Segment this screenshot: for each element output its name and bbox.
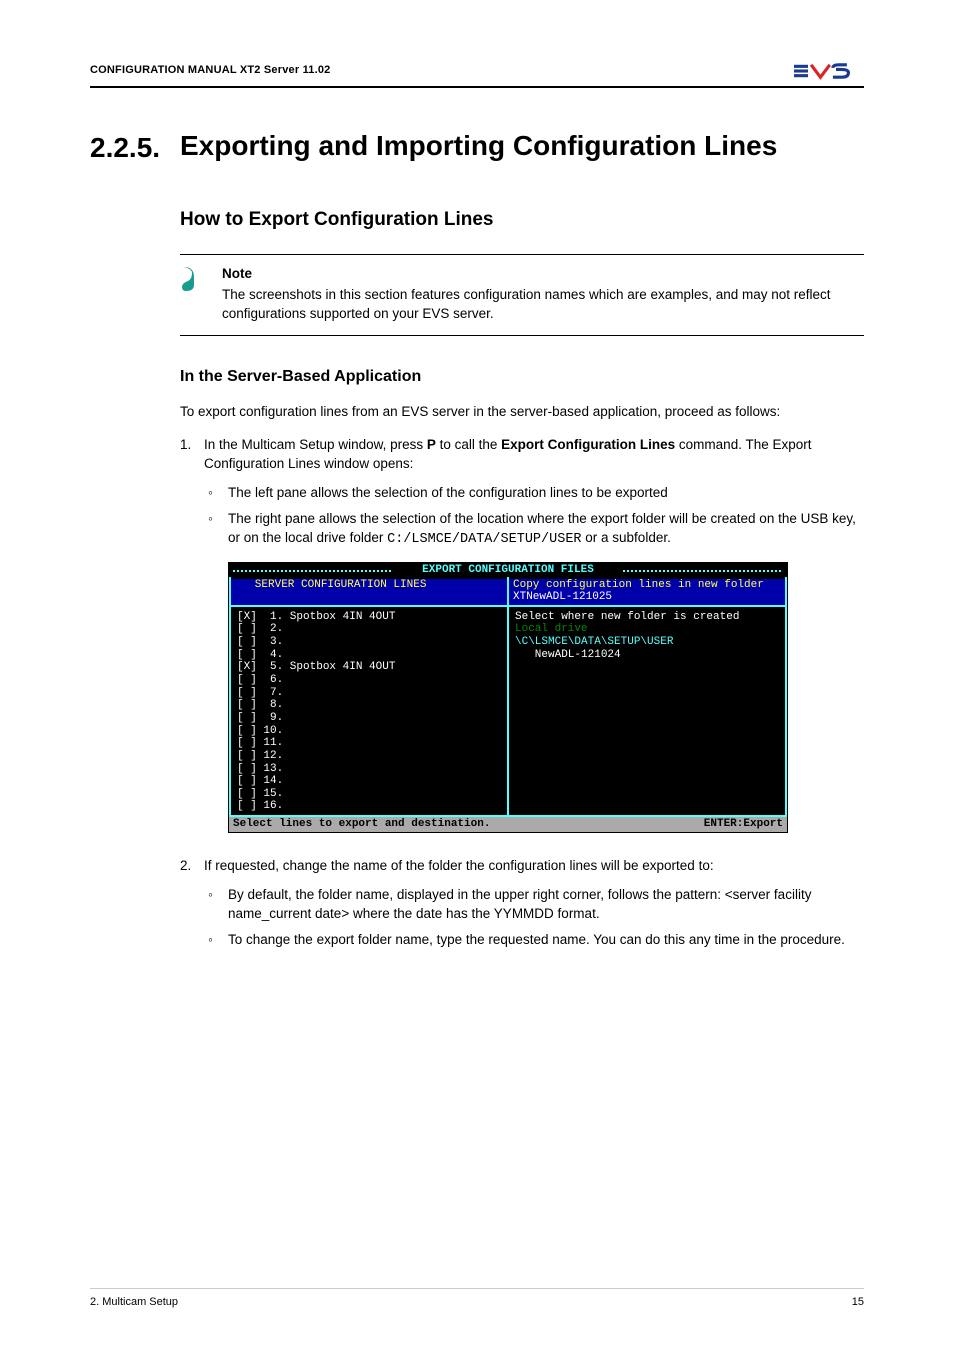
note-label: Note bbox=[222, 265, 864, 284]
terminal-line: [ ] 3. bbox=[237, 636, 501, 649]
intro-paragraph: To export configuration lines from an EV… bbox=[180, 403, 864, 422]
step-text: to call the bbox=[436, 437, 501, 452]
page-footer: 2. Multicam Setup 15 bbox=[90, 1288, 864, 1310]
terminal-right-pane: Copy configuration lines in new folder X… bbox=[507, 577, 787, 815]
bullet-text: The left pane allows the selection of th… bbox=[228, 484, 864, 503]
section-title: Exporting and Importing Configuration Li… bbox=[180, 128, 864, 163]
evs-logo bbox=[794, 60, 864, 82]
terminal-footer-right: ENTER:Export bbox=[704, 818, 783, 831]
terminal-line: [X] 5. Spotbox 4IN 4OUT bbox=[237, 661, 501, 674]
terminal-line: [ ] 7. bbox=[237, 687, 501, 700]
step-text: In the Multicam Setup window, press bbox=[204, 437, 427, 452]
terminal-line: [X] 1. Spotbox 4IN 4OUT bbox=[237, 611, 501, 624]
terminal-line: [ ] 12. bbox=[237, 750, 501, 763]
terminal-title: EXPORT CONFIGURATION FILES bbox=[229, 563, 787, 577]
bullet-icon: ◦ bbox=[204, 510, 228, 550]
right-header-line1: Copy configuration lines in new folder bbox=[513, 579, 764, 591]
terminal-left-header: SERVER CONFIGURATION LINES bbox=[231, 579, 507, 607]
terminal-line: [ ] 8. bbox=[237, 699, 501, 712]
bullet-text: By default, the folder name, displayed i… bbox=[228, 886, 864, 924]
step-2: 2. If requested, change the name of the … bbox=[180, 857, 864, 959]
bullet: ◦ By default, the folder name, displayed… bbox=[204, 886, 864, 924]
terminal-footer: Select lines to export and destination. … bbox=[229, 815, 787, 832]
step-text: If requested, change the name of the fol… bbox=[204, 858, 714, 873]
command-name: Export Configuration Lines bbox=[501, 437, 675, 452]
bullet-text: or a subfolder. bbox=[582, 530, 671, 545]
footer-chapter: 2. Multicam Setup bbox=[90, 1295, 178, 1310]
subsection-heading: How to Export Configuration Lines bbox=[180, 207, 864, 234]
terminal-line: [ ] 6. bbox=[237, 674, 501, 687]
terminal-right-lines: Select where new folder is createdLocal … bbox=[515, 611, 779, 662]
terminal-line: [ ] 15. bbox=[237, 788, 501, 801]
step-1: 1. In the Multicam Setup window, press P… bbox=[180, 436, 864, 847]
section-number: 2.2.5. bbox=[90, 128, 180, 167]
note-icon bbox=[180, 265, 208, 324]
note-box: Note The screenshots in this section fea… bbox=[180, 254, 864, 337]
terminal-left-pane: SERVER CONFIGURATION LINES [X] 1. Spotbo… bbox=[229, 577, 507, 815]
bullet: ◦ The right pane allows the selection of… bbox=[204, 510, 864, 550]
terminal-line: [ ] 2. bbox=[237, 623, 501, 636]
terminal-line: [ ] 13. bbox=[237, 763, 501, 776]
path-text: C:/LSMCE/DATA/SETUP/USER bbox=[387, 532, 581, 547]
terminal-line: \C\LSMCE\DATA\SETUP\USER bbox=[515, 636, 779, 649]
bullet-icon: ◦ bbox=[204, 886, 228, 924]
bullet-icon: ◦ bbox=[204, 484, 228, 503]
footer-page-number: 15 bbox=[852, 1295, 864, 1310]
terminal-line: NewADL-121024 bbox=[515, 649, 779, 662]
terminal-line: Local drive bbox=[515, 623, 779, 636]
doc-title: CONFIGURATION MANUAL XT2 Server 11.02 bbox=[90, 63, 331, 78]
key-P: P bbox=[427, 437, 436, 452]
bullet: ◦ The left pane allows the selection of … bbox=[204, 484, 864, 503]
step-number: 1. bbox=[180, 436, 204, 847]
terminal-line: [ ] 4. bbox=[237, 649, 501, 662]
note-text: The screenshots in this section features… bbox=[222, 287, 831, 321]
bullet: ◦ To change the export folder name, type… bbox=[204, 931, 864, 950]
bullet-text: To change the export folder name, type t… bbox=[228, 931, 864, 950]
terminal-line: [ ] 11. bbox=[237, 737, 501, 750]
step-number: 2. bbox=[180, 857, 204, 959]
terminal-line: [ ] 9. bbox=[237, 712, 501, 725]
terminal-right-header: Copy configuration lines in new folder X… bbox=[509, 579, 785, 607]
bullet-icon: ◦ bbox=[204, 931, 228, 950]
page-header: CONFIGURATION MANUAL XT2 Server 11.02 bbox=[90, 60, 864, 88]
terminal-line: Select where new folder is created bbox=[515, 611, 779, 624]
terminal-line: [ ] 16. bbox=[237, 800, 501, 813]
terminal-line: [ ] 14. bbox=[237, 775, 501, 788]
terminal-line: [ ] 10. bbox=[237, 725, 501, 738]
subheading: In the Server-Based Application bbox=[180, 366, 864, 388]
terminal-footer-left: Select lines to export and destination. bbox=[233, 818, 490, 831]
right-header-line2: XTNewADL-121025 bbox=[513, 591, 612, 603]
terminal-screenshot: EXPORT CONFIGURATION FILES SERVER CONFIG… bbox=[228, 562, 788, 833]
terminal-left-lines: [X] 1. Spotbox 4IN 4OUT[ ] 2.[ ] 3.[ ] 4… bbox=[237, 611, 501, 813]
